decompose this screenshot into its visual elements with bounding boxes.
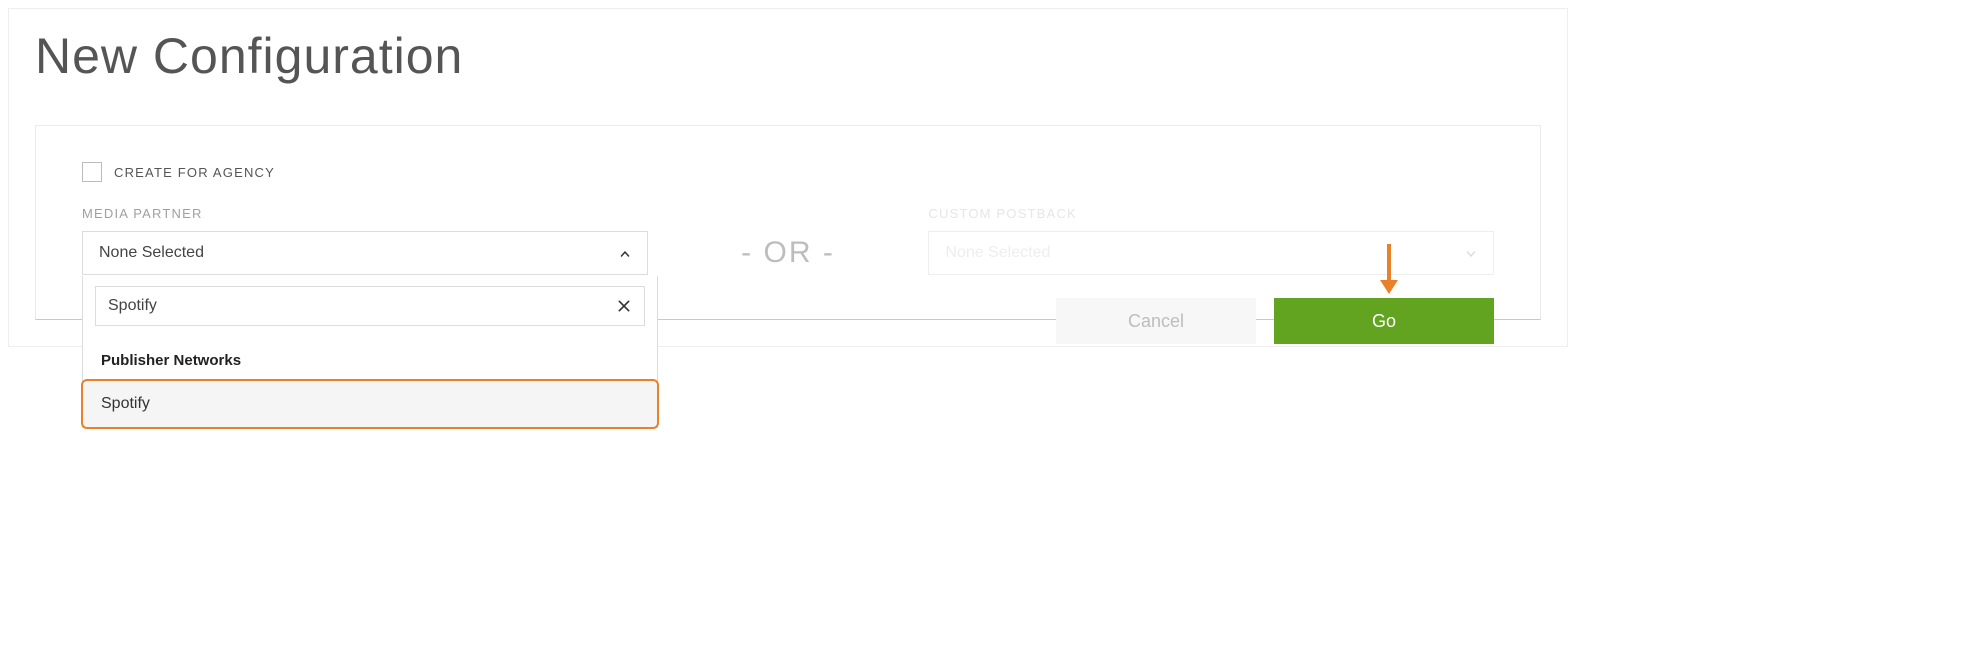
arrow-annotation-icon — [1378, 242, 1400, 299]
page-title: New Configuration — [35, 27, 1541, 85]
page-container: New Configuration CREATE FOR AGENCY MEDI… — [8, 8, 1568, 347]
agency-checkbox[interactable] — [82, 162, 102, 182]
dropdown-search-inner — [95, 286, 645, 326]
agency-checkbox-label: CREATE FOR AGENCY — [114, 165, 275, 180]
selector-row: MEDIA PARTNER None Selected — [82, 206, 1494, 275]
action-buttons: Cancel Go — [1056, 298, 1494, 344]
custom-postback-selected-value: None Selected — [945, 244, 1050, 262]
close-icon[interactable] — [616, 298, 632, 314]
media-partner-label: MEDIA PARTNER — [82, 206, 648, 221]
custom-postback-label: CUSTOM POSTBACK — [928, 206, 1494, 221]
dropdown-search-input[interactable] — [108, 297, 616, 315]
media-partner-select[interactable]: None Selected — [82, 231, 648, 275]
dropdown-group-header: Publisher Networks — [83, 336, 657, 379]
chevron-down-icon — [1465, 247, 1477, 259]
media-partner-column: MEDIA PARTNER None Selected — [82, 206, 648, 275]
or-divider: - OR - — [648, 206, 929, 270]
chevron-up-icon — [619, 247, 631, 259]
config-panel: CREATE FOR AGENCY MEDIA PARTNER None Sel… — [35, 125, 1541, 320]
custom-postback-column: CUSTOM POSTBACK None Selected — [928, 206, 1494, 275]
media-partner-dropdown: Publisher Networks Spotify — [82, 276, 658, 428]
agency-checkbox-row: CREATE FOR AGENCY — [82, 162, 1494, 182]
media-partner-selected-value: None Selected — [99, 244, 204, 262]
cancel-button[interactable]: Cancel — [1056, 298, 1256, 344]
dropdown-option-spotify[interactable]: Spotify — [81, 379, 659, 429]
custom-postback-select: None Selected — [928, 231, 1494, 275]
dropdown-search-wrap — [83, 276, 657, 336]
go-button[interactable]: Go — [1274, 298, 1494, 344]
